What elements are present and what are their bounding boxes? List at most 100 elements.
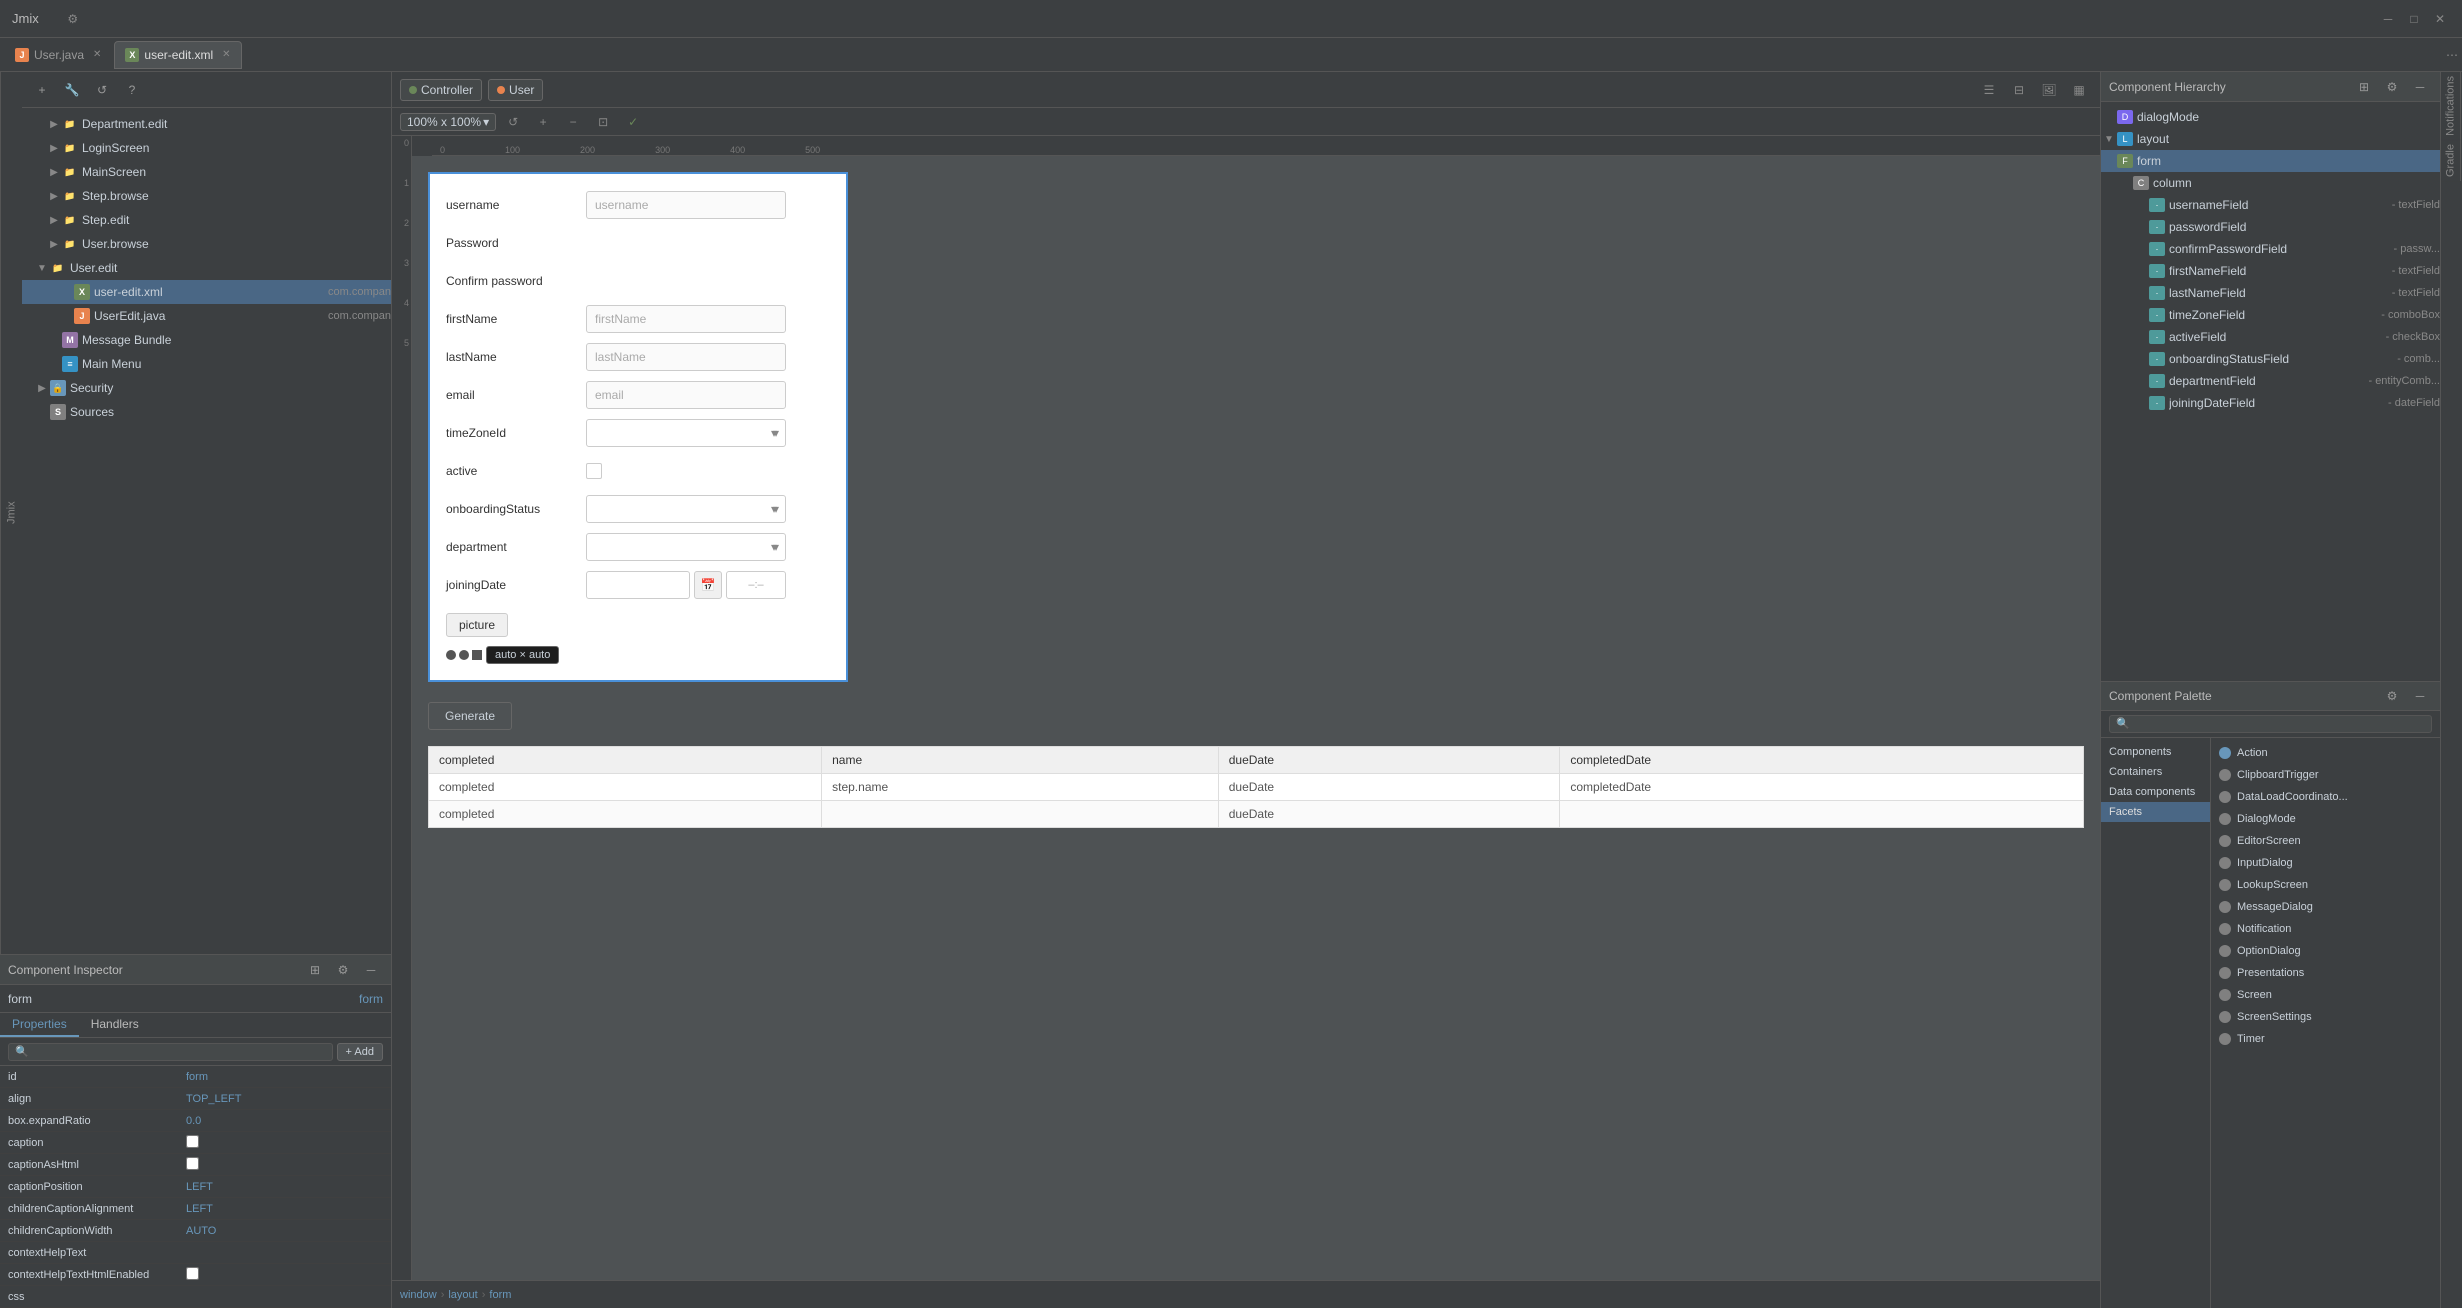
prop-value-box-expand[interactable]: 0.0 <box>180 1115 391 1127</box>
h-item-joiningdate-field[interactable]: · joiningDateField - dateField <box>2101 392 2440 414</box>
caption-checkbox[interactable] <box>186 1135 199 1148</box>
select-department[interactable]: ▾ <box>586 533 786 561</box>
time-input[interactable]: –:– <box>726 571 786 599</box>
zoom-reset-icon[interactable]: ↺ <box>500 109 526 135</box>
palette-item-presentations[interactable]: Presentations <box>2211 962 2440 984</box>
tab-more-icon[interactable]: ⋯ <box>2446 48 2458 62</box>
h-item-firstname-field[interactable]: · firstNameField - textField <box>2101 260 2440 282</box>
hierarchy-layout-icon[interactable]: ⊞ <box>2352 75 2376 99</box>
zoom-fit-icon[interactable]: ⊡ <box>590 109 616 135</box>
prop-value-id[interactable]: form <box>180 1071 391 1083</box>
inspector-close-icon[interactable]: ─ <box>359 958 383 982</box>
user-button[interactable]: User <box>488 79 543 101</box>
list-view-icon[interactable]: ☰ <box>1976 77 2002 103</box>
image-view-icon[interactable]: 🖼 <box>2036 77 2062 103</box>
tab-properties[interactable]: Properties <box>0 1013 79 1037</box>
palette-item-timer[interactable]: Timer <box>2211 1028 2440 1050</box>
h-item-column[interactable]: ▼ C column <box>2101 172 2440 194</box>
h-item-active-field[interactable]: · activeField - checkBox <box>2101 326 2440 348</box>
refresh-icon[interactable]: ↺ <box>90 78 114 102</box>
tree-item-step-browse[interactable]: ▶ 📁 Step.browse <box>22 184 391 208</box>
h-item-password-field[interactable]: · passwordField <box>2101 216 2440 238</box>
hierarchy-settings-icon[interactable]: ⚙ <box>2380 75 2404 99</box>
palette-search-input[interactable] <box>2109 715 2432 733</box>
palette-settings-icon[interactable]: ⚙ <box>2380 684 2404 708</box>
split-view-icon[interactable]: ⊟ <box>2006 77 2032 103</box>
image-alt-view-icon[interactable]: ▦ <box>2066 77 2092 103</box>
input-lastname[interactable]: lastName <box>586 343 786 371</box>
wrench-icon[interactable]: 🔧 <box>60 78 84 102</box>
prop-value-caption-as-html[interactable] <box>180 1157 391 1173</box>
generate-button[interactable]: Generate <box>428 702 512 730</box>
input-email[interactable]: email <box>586 381 786 409</box>
tree-item-login-screen[interactable]: ▶ 📁 LoginScreen <box>22 136 391 160</box>
prop-value-align[interactable]: TOP_LEFT <box>180 1093 391 1105</box>
palette-item-optiondialog[interactable]: OptionDialog <box>2211 940 2440 962</box>
prop-value-children-align[interactable]: LEFT <box>180 1203 391 1215</box>
palette-cat-components[interactable]: Components <box>2101 742 2210 762</box>
palette-cat-containers[interactable]: Containers <box>2101 762 2210 782</box>
select-timezone[interactable]: ▾ <box>586 419 786 447</box>
inspector-settings-icon[interactable]: ⚙ <box>331 958 355 982</box>
h-item-form[interactable]: ▼ F form <box>2101 150 2440 172</box>
breadcrumb-form[interactable]: form <box>489 1289 511 1301</box>
select-onboarding[interactable]: ▾ <box>586 495 786 523</box>
h-item-layout[interactable]: ▼ L layout <box>2101 128 2440 150</box>
prop-value-caption-position[interactable]: LEFT <box>180 1181 391 1193</box>
prop-value-children-width[interactable]: AUTO <box>180 1225 391 1237</box>
palette-item-notification[interactable]: Notification <box>2211 918 2440 940</box>
add-property-button[interactable]: + Add <box>337 1043 383 1061</box>
checkbox-active[interactable] <box>586 463 602 479</box>
hierarchy-close-icon[interactable]: ─ <box>2408 75 2432 99</box>
tree-item-user-edit-xml[interactable]: X user-edit.xml com.compan <box>22 280 391 304</box>
tree-item-sources[interactable]: S Sources <box>22 400 391 424</box>
zoom-check-icon[interactable]: ✓ <box>620 109 646 135</box>
tab-user-java[interactable]: J User.java ✕ <box>4 41 112 69</box>
zoom-in-icon[interactable]: + <box>530 109 556 135</box>
tree-item-user-browse[interactable]: ▶ 📁 User.browse <box>22 232 391 256</box>
date-input[interactable] <box>586 571 690 599</box>
zoom-out-icon[interactable]: − <box>560 109 586 135</box>
breadcrumb-window[interactable]: window <box>400 1289 437 1301</box>
input-firstname[interactable]: firstName <box>586 305 786 333</box>
tab-user-edit-xml[interactable]: X user-edit.xml ✕ <box>114 41 241 69</box>
input-username[interactable]: username <box>586 191 786 219</box>
tree-item-security[interactable]: ▶ 🔒 Security <box>22 376 391 400</box>
controller-button[interactable]: Controller <box>400 79 482 101</box>
help-icon[interactable]: ? <box>120 78 144 102</box>
tab-handlers[interactable]: Handlers <box>79 1013 151 1037</box>
breadcrumb-layout[interactable]: layout <box>448 1289 477 1301</box>
add-btn[interactable]: + <box>30 78 54 102</box>
palette-item-action[interactable]: Action <box>2211 742 2440 764</box>
palette-item-editorscreen[interactable]: EditorScreen <box>2211 830 2440 852</box>
zoom-control[interactable]: 100% x 100% ▾ <box>400 113 496 131</box>
palette-item-dialogmode[interactable]: DialogMode <box>2211 808 2440 830</box>
prop-value-context-help-html[interactable] <box>180 1267 391 1283</box>
h-item-dialogmode[interactable]: D dialogMode <box>2101 106 2440 128</box>
h-item-confirm-password-field[interactable]: · confirmPasswordField - passw... <box>2101 238 2440 260</box>
tree-item-department-edit[interactable]: ▶ 📁 Department.edit <box>22 112 391 136</box>
palette-cat-data[interactable]: Data components <box>2101 782 2210 802</box>
h-item-timezone-field[interactable]: · timeZoneField - comboBox <box>2101 304 2440 326</box>
maximize-icon[interactable]: □ <box>2404 9 2424 29</box>
settings-icon[interactable]: ⚙ <box>63 9 83 29</box>
palette-item-dataload[interactable]: DataLoadCoordinato... <box>2211 786 2440 808</box>
design-canvas[interactable]: username username Password <box>412 156 2100 1280</box>
palette-item-inputdialog[interactable]: InputDialog <box>2211 852 2440 874</box>
prop-value-caption[interactable] <box>180 1135 391 1151</box>
tab-xml-close[interactable]: ✕ <box>222 49 230 60</box>
inspector-layout-icon[interactable]: ⊞ <box>303 958 327 982</box>
palette-item-clipboard[interactable]: ClipboardTrigger <box>2211 764 2440 786</box>
minimize-icon[interactable]: ─ <box>2378 9 2398 29</box>
inspector-search-input[interactable] <box>8 1043 333 1061</box>
palette-item-screensettings[interactable]: ScreenSettings <box>2211 1006 2440 1028</box>
h-item-onboarding-field[interactable]: · onboardingStatusField - comb... <box>2101 348 2440 370</box>
palette-cat-facets[interactable]: Facets <box>2101 802 2210 822</box>
tree-item-useredit-java[interactable]: J UserEdit.java com.compan <box>22 304 391 328</box>
contexthelp-checkbox[interactable] <box>186 1267 199 1280</box>
tree-item-user-edit[interactable]: ▼ 📁 User.edit <box>22 256 391 280</box>
palette-item-screen[interactable]: Screen <box>2211 984 2440 1006</box>
h-item-username-field[interactable]: · usernameField - textField <box>2101 194 2440 216</box>
tree-item-step-edit[interactable]: ▶ 📁 Step.edit <box>22 208 391 232</box>
picture-button[interactable]: picture <box>446 613 508 637</box>
